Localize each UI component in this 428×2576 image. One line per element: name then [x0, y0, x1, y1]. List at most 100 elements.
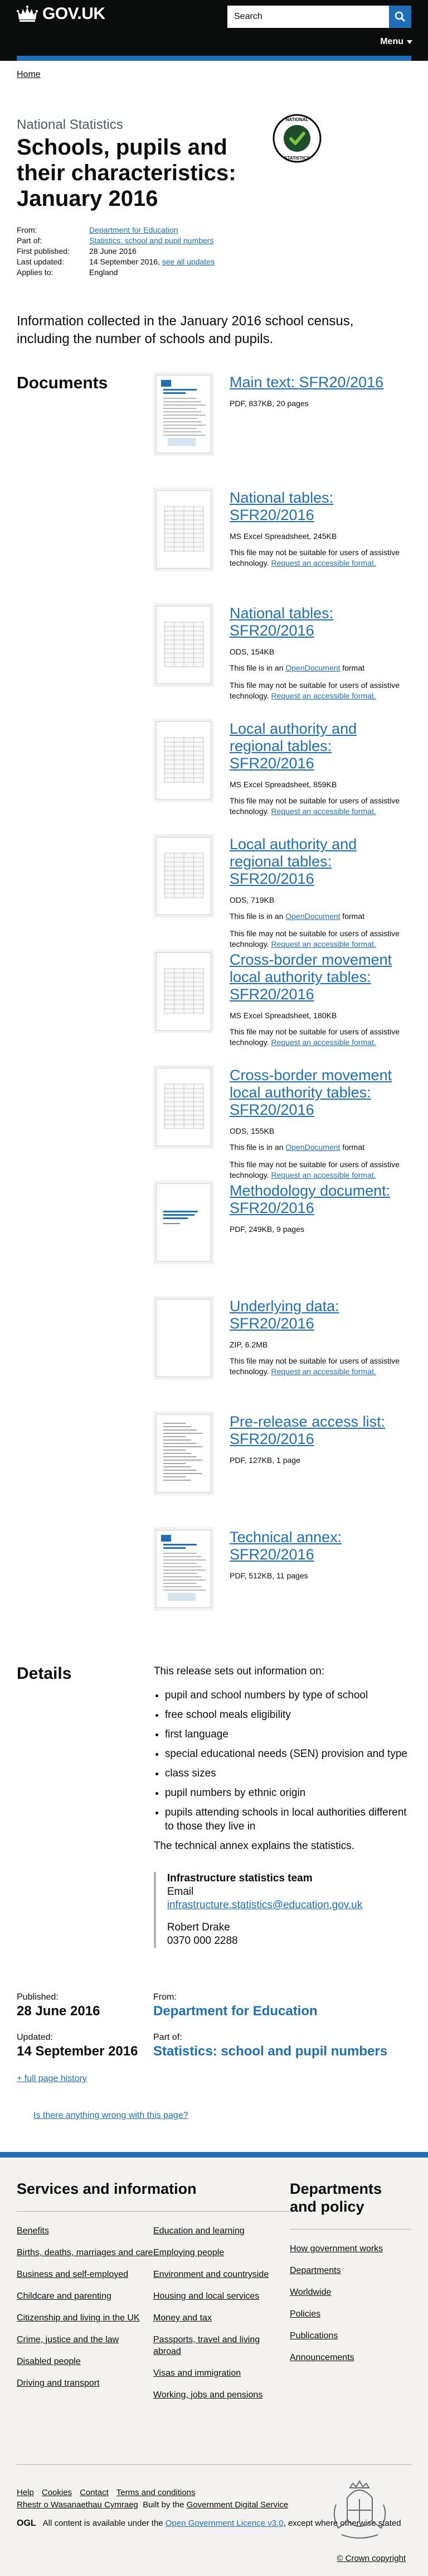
- document-thumbnail[interactable]: [156, 606, 211, 684]
- footer-service-link[interactable]: Crime, justice and the law: [17, 2334, 153, 2346]
- opendocument-link[interactable]: OpenDocument: [285, 912, 340, 921]
- document-format-note: This file is in an OpenDocument format: [230, 911, 411, 922]
- request-accessible-format-link[interactable]: Request an accessible format.: [271, 1038, 376, 1047]
- footer-service-link[interactable]: Business and self-employed: [17, 2269, 153, 2280]
- document-item: Main text: SFR20/2016 PDF, 837KB, 20 page…: [156, 374, 411, 489]
- report-problem-link[interactable]: Is there anything wrong with this page?: [33, 2111, 188, 2120]
- from-link[interactable]: Department for Education: [153, 2004, 318, 2019]
- govuk-logo-link[interactable]: GOV.UK: [17, 4, 105, 23]
- meta-partof-link[interactable]: Statistics: school and pupil numbers: [89, 236, 213, 245]
- footer-service-link[interactable]: Employing people: [153, 2247, 290, 2259]
- document-thumbnail[interactable]: [156, 1530, 211, 1608]
- document-title-link[interactable]: Cross-border movement local authority ta…: [230, 1067, 411, 1119]
- details-bullet-list: pupil and school numbers by type of scho…: [154, 1688, 411, 1833]
- document-thumbnail[interactable]: [156, 375, 211, 453]
- footer-department-link[interactable]: Worldwide: [290, 2286, 411, 2298]
- request-accessible-format-link[interactable]: Request an accessible format.: [271, 1367, 376, 1376]
- footer-meta-link[interactable]: Contact: [80, 2488, 109, 2497]
- details-body: This release sets out information on: pu…: [153, 1664, 411, 1948]
- partof-link[interactable]: Statistics: school and pupil numbers: [153, 2044, 387, 2059]
- footer-service-link[interactable]: Money and tax: [153, 2312, 290, 2324]
- national-statistics-badge-icon: NATIONAL STATISTICS: [273, 114, 322, 163]
- footer-meta-link[interactable]: Help: [17, 2488, 34, 2497]
- footer-department-link[interactable]: Publications: [290, 2330, 411, 2342]
- request-accessible-format-link[interactable]: Request an accessible format.: [271, 558, 376, 567]
- document-thumbnail[interactable]: [156, 1299, 211, 1377]
- footer-service-link[interactable]: Driving and transport: [17, 2377, 153, 2389]
- footer-service-link[interactable]: Working, jobs and pensions: [153, 2389, 290, 2401]
- footer-service-link[interactable]: Visas and immigration: [153, 2367, 290, 2379]
- document-item: Local authority and regional tables: SFR…: [156, 836, 411, 951]
- licence-link[interactable]: Open Government Licence v3.0: [166, 2519, 284, 2528]
- footer-service-link[interactable]: Benefits: [17, 2225, 153, 2237]
- document-accessibility-note: This file may not be suitable for users …: [230, 547, 411, 569]
- opendocument-link[interactable]: OpenDocument: [285, 663, 340, 672]
- meta-applies-value: England: [89, 268, 118, 277]
- partof-block: Part of: Statistics: school and pupil nu…: [153, 2033, 411, 2059]
- details-bullet: pupil numbers by ethnic origin: [165, 1786, 411, 1800]
- footer-service-link[interactable]: Citizenship and living in the UK: [17, 2312, 153, 2324]
- document-title-link[interactable]: Main text: SFR20/2016: [230, 374, 411, 391]
- document-title-link[interactable]: Cross-border movement local authority ta…: [230, 951, 411, 1003]
- meta-from-label: From:: [17, 225, 37, 234]
- request-accessible-format-link[interactable]: Request an accessible format.: [271, 691, 376, 700]
- footer-service-link[interactable]: Childcare and parenting: [17, 2290, 153, 2302]
- request-accessible-format-link[interactable]: Request an accessible format.: [271, 807, 376, 816]
- footer-line-2: Rhestr o Wasanaethau Cymraeg Built by th…: [17, 2500, 288, 2510]
- document-thumbnail[interactable]: [156, 952, 211, 1031]
- gds-link[interactable]: Government Digital Service: [187, 2500, 289, 2510]
- welsh-services-link[interactable]: Rhestr o Wasanaethau Cymraeg: [17, 2500, 138, 2510]
- full-page-history-link[interactable]: + full page history: [17, 2074, 87, 2083]
- document-thumbnail[interactable]: [156, 1183, 211, 1261]
- footer-service-link[interactable]: Passports, travel and living abroad: [153, 2334, 290, 2357]
- footer-meta-link[interactable]: Cookies: [42, 2488, 72, 2497]
- see-all-updates-link[interactable]: see all updates: [162, 257, 215, 266]
- footer-department-link[interactable]: Departments: [290, 2265, 411, 2276]
- footer-service-link[interactable]: Births, deaths, marriages and care: [17, 2247, 153, 2259]
- document-title-link[interactable]: Pre-release access list: SFR20/2016: [230, 1413, 411, 1448]
- document-title-link[interactable]: National tables: SFR20/2016: [230, 489, 411, 524]
- document-item: Pre-release access list: SFR20/2016 PDF, …: [156, 1413, 411, 1529]
- footer-department-link[interactable]: How government works: [290, 2243, 411, 2255]
- opendocument-link[interactable]: OpenDocument: [285, 1143, 340, 1152]
- menu-button[interactable]: Menu: [380, 37, 412, 47]
- request-accessible-format-link[interactable]: Request an accessible format.: [271, 1171, 376, 1179]
- search-form: [227, 6, 411, 28]
- search-button[interactable]: [389, 6, 411, 28]
- services-column-2: Education and learning Employing people En…: [153, 2225, 290, 2411]
- meta-applies: Applies to: England: [17, 267, 411, 278]
- from-block: From: Department for Education: [153, 1992, 411, 2019]
- svg-text:NATIONAL: NATIONAL: [286, 117, 309, 122]
- document-meta: PDF, 837KB, 20 pages: [230, 399, 309, 408]
- document-title-link[interactable]: Technical annex: SFR20/2016: [230, 1529, 411, 1563]
- document-thumbnail[interactable]: [156, 721, 211, 800]
- document-thumbnail[interactable]: [156, 1414, 211, 1492]
- footer-meta-link[interactable]: Terms and conditions: [116, 2488, 196, 2497]
- email-link[interactable]: infrastructure.statistics@education.gov.…: [167, 1899, 363, 1911]
- document-title-link[interactable]: Underlying data: SFR20/2016: [230, 1298, 411, 1332]
- request-accessible-format-link[interactable]: Request an accessible format.: [271, 940, 376, 948]
- document-title-link[interactable]: Local authority and regional tables: SFR…: [230, 720, 411, 772]
- footer-service-link[interactable]: Environment and countryside: [153, 2269, 290, 2280]
- footer-department-link[interactable]: Announcements: [290, 2352, 411, 2363]
- from-label: From:: [153, 1992, 177, 2002]
- document-thumbnail[interactable]: [156, 1068, 211, 1146]
- partof-label: Part of:: [153, 2033, 182, 2042]
- search-input[interactable]: [227, 6, 389, 28]
- document-thumbnail[interactable]: [156, 490, 211, 569]
- footer-service-link[interactable]: Disabled people: [17, 2356, 153, 2367]
- document-thumbnail[interactable]: [156, 837, 211, 915]
- footer-service-link[interactable]: Housing and local services: [153, 2290, 290, 2302]
- document-title-link[interactable]: National tables: SFR20/2016: [230, 605, 411, 639]
- crown-copyright-link[interactable]: © Crown copyright: [337, 2554, 406, 2563]
- breadcrumb-home-link[interactable]: Home: [17, 70, 41, 79]
- details-bullet: pupils attending schools in local author…: [165, 1805, 411, 1833]
- meta-from-link[interactable]: Department for Education: [89, 225, 178, 234]
- services-heading: Services and information: [17, 2180, 197, 2197]
- document-title-link[interactable]: Local authority and regional tables: SFR…: [230, 836, 411, 888]
- svg-text:STATISTICS: STATISTICS: [284, 156, 310, 161]
- footer-department-link[interactable]: Policies: [290, 2308, 411, 2320]
- document-title-link[interactable]: Methodology document: SFR20/2016: [230, 1182, 411, 1217]
- departments-list: How government works Departments Worldwide…: [290, 2243, 411, 2363]
- footer-service-link[interactable]: Education and learning: [153, 2225, 290, 2237]
